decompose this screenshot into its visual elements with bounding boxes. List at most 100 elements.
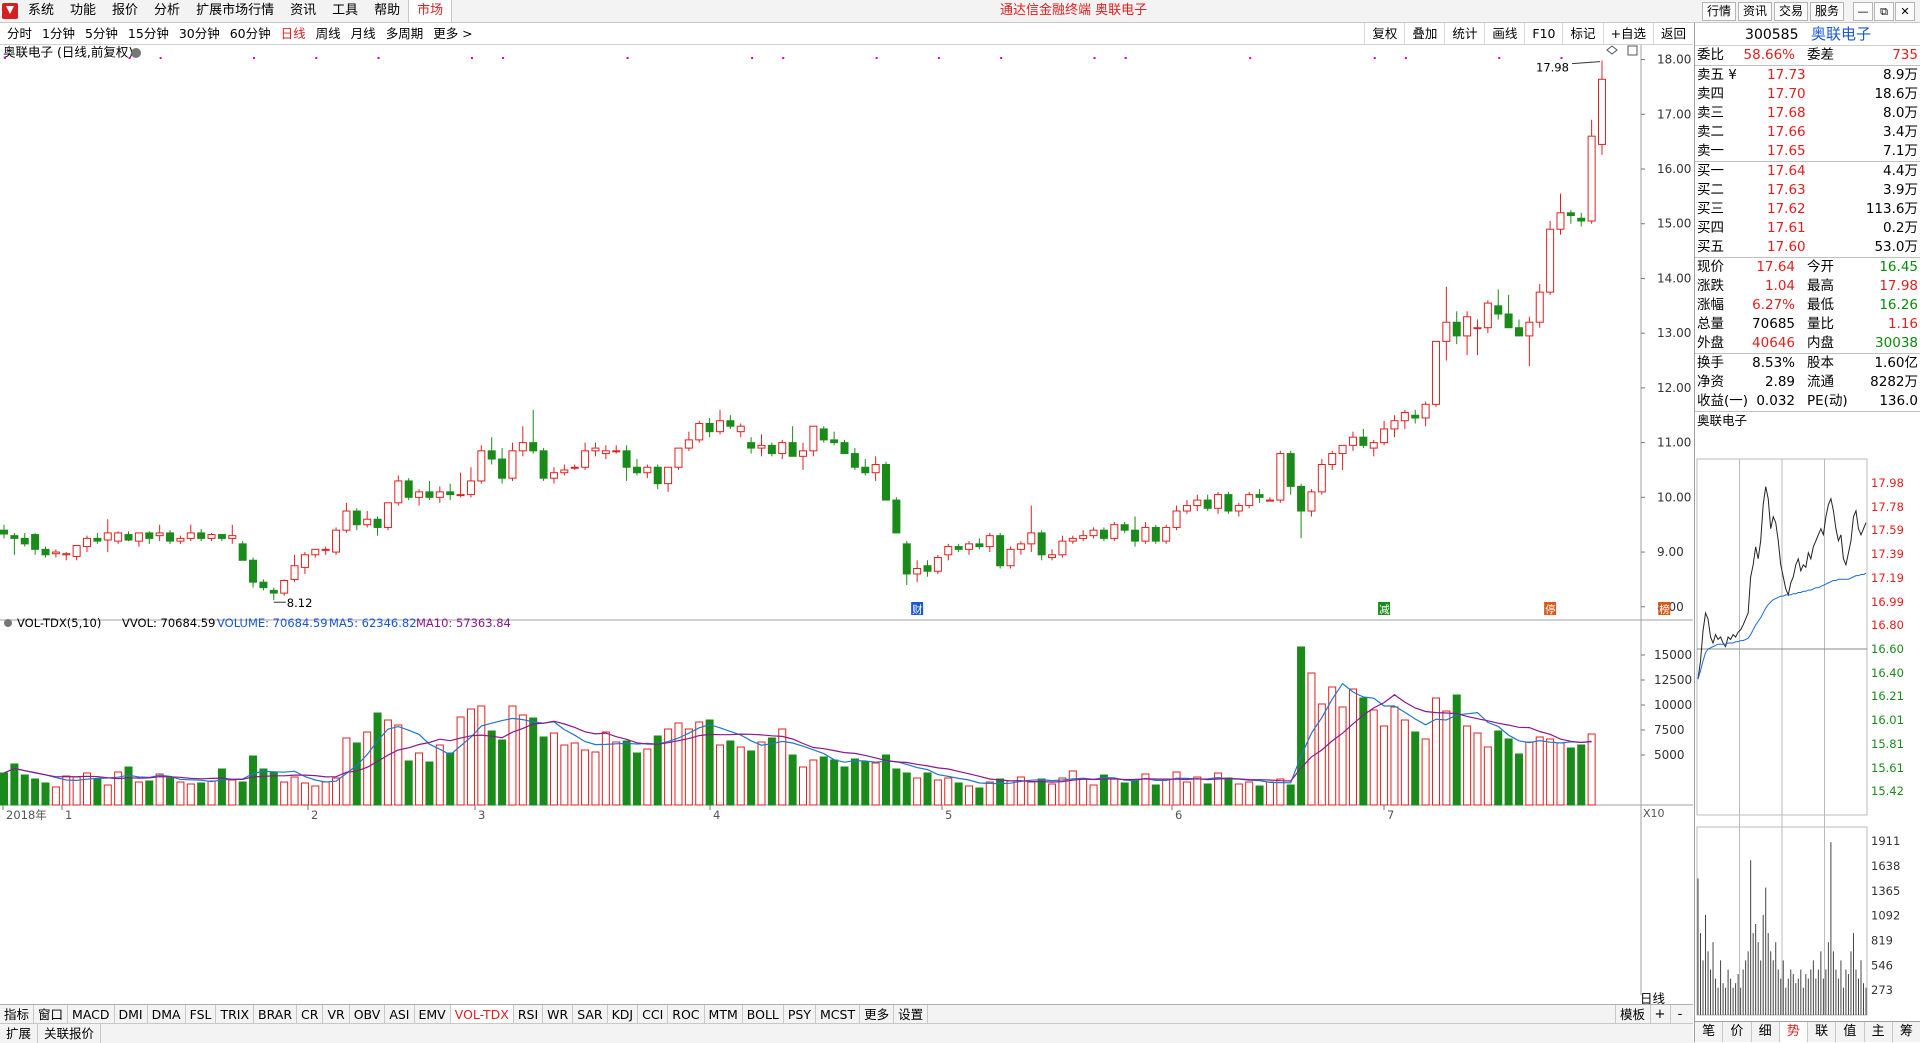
- chart-tool-2[interactable]: 统计: [1444, 23, 1484, 44]
- indicator-tab-9[interactable]: VR: [323, 1005, 350, 1024]
- indicator-tab-10[interactable]: OBV: [350, 1005, 386, 1024]
- period-tab-3[interactable]: 15分钟: [123, 23, 174, 44]
- indicator-tab-8[interactable]: CR: [297, 1005, 324, 1024]
- menu-item-7[interactable]: 帮助: [366, 0, 408, 22]
- panel-tab-2[interactable]: 细: [1752, 1022, 1780, 1042]
- ask-row[interactable]: 卖四 17.70 18.6万: [1695, 85, 1920, 104]
- indicator-tab-20[interactable]: MTM: [705, 1005, 743, 1024]
- period-tab-6[interactable]: 日线: [276, 23, 311, 44]
- indicator-tab-5[interactable]: FSL: [186, 1005, 217, 1024]
- indicator-tab-7[interactable]: BRAR: [254, 1005, 298, 1024]
- indicator-tab-13[interactable]: VOL-TDX: [450, 1005, 514, 1024]
- panel-tab-3[interactable]: 势: [1779, 1022, 1808, 1042]
- indicator-tab-24[interactable]: 更多: [860, 1005, 895, 1024]
- candle-body: [93, 537, 102, 542]
- menu-item-6[interactable]: 工具: [324, 0, 366, 22]
- panel-tab-6[interactable]: 主: [1865, 1022, 1893, 1042]
- indicator-tab-19[interactable]: ROC: [668, 1005, 705, 1024]
- panel-tab-5[interactable]: 值: [1836, 1022, 1865, 1042]
- menu-item-3[interactable]: 分析: [146, 0, 188, 22]
- indicator-tab-11[interactable]: ASI: [385, 1005, 415, 1024]
- ask-row[interactable]: 卖一 17.65 7.1万: [1695, 142, 1920, 161]
- market-button[interactable]: 行情: [1702, 2, 1737, 21]
- chart-tool-6[interactable]: +自选: [1602, 23, 1653, 44]
- intraday-mini-chart[interactable]: 17.98 17.78 17.59 17.39 17.19 16.99 16.80 16.60…: [1695, 455, 1920, 1020]
- candle-body: [103, 532, 112, 541]
- indicator-tab-18[interactable]: CCI: [638, 1005, 669, 1024]
- indicator-tab-0[interactable]: 指标: [0, 1005, 35, 1024]
- candle-body: [249, 559, 258, 583]
- period-tab-1[interactable]: 1分钟: [37, 23, 80, 44]
- indicator-tab-15[interactable]: WR: [543, 1005, 574, 1024]
- ask-row[interactable]: 卖五 ¥ 17.73 8.9万: [1695, 66, 1920, 85]
- period-tab-5[interactable]: 60分钟: [225, 23, 276, 44]
- indicator-tab-21[interactable]: BOLL: [743, 1005, 784, 1024]
- period-tab-10[interactable]: 更多 >: [428, 23, 477, 44]
- panel-tab-1[interactable]: 价: [1723, 1022, 1752, 1042]
- indicator-tab-6[interactable]: TRIX: [216, 1005, 255, 1024]
- bid-row[interactable]: 买五 17.60 53.0万: [1695, 238, 1920, 257]
- chart-tool-5[interactable]: 标记: [1562, 23, 1602, 44]
- chart-tool-4[interactable]: F10: [1524, 23, 1562, 44]
- indicator-tab-2[interactable]: MACD: [68, 1005, 115, 1024]
- period-tab-9[interactable]: 多周期: [381, 23, 429, 44]
- panel-tab-7[interactable]: 筹: [1893, 1022, 1920, 1042]
- ask-row[interactable]: 卖三 17.68 8.0万: [1695, 104, 1920, 123]
- indicator-tab-16[interactable]: SAR: [573, 1005, 608, 1024]
- restore-icon[interactable]: ⧉: [1874, 2, 1894, 21]
- bid-row[interactable]: 买三 17.62 113.6万: [1695, 200, 1920, 219]
- zoom-out-button[interactable]: -: [1670, 1005, 1689, 1024]
- chart-tool-7[interactable]: 返回: [1652, 23, 1693, 44]
- close-icon[interactable]: ✕: [1895, 2, 1915, 21]
- indicator-tab-12[interactable]: EMV: [415, 1005, 451, 1024]
- ask-volume: 3.4万: [1883, 124, 1918, 140]
- indicator-tab-23[interactable]: MCST: [816, 1005, 861, 1024]
- trade-button[interactable]: 交易: [1774, 2, 1809, 21]
- status-item-0[interactable]: 扩展: [0, 1024, 39, 1043]
- period-tab-7[interactable]: 周线: [311, 23, 346, 44]
- volume-bar: [508, 705, 517, 806]
- app-logo-icon[interactable]: [2, 3, 18, 19]
- period-tab-4[interactable]: 30分钟: [174, 23, 225, 44]
- bid-row[interactable]: 买二 17.63 3.9万: [1695, 181, 1920, 200]
- indicator-tab-17[interactable]: KDJ: [608, 1005, 639, 1024]
- menu-item-4[interactable]: 扩展市场行情: [188, 0, 282, 22]
- chart-tool-0[interactable]: 复权: [1364, 23, 1404, 44]
- signal-dot: [875, 57, 878, 59]
- panel-tab-4[interactable]: 联: [1808, 1022, 1837, 1042]
- minimize-icon[interactable]: —: [1853, 2, 1873, 21]
- indicator-tab-14[interactable]: RSI: [514, 1005, 544, 1024]
- ask-row[interactable]: 卖二 17.66 3.4万: [1695, 123, 1920, 142]
- chart-svg[interactable]: 奥联电子 (日线,前复权)18.0017.0016.0015.0014.0013…: [0, 45, 1693, 995]
- stock-name[interactable]: 奥联电子: [1811, 25, 1871, 43]
- panel-tab-0[interactable]: 笔: [1695, 1022, 1724, 1042]
- menu-item-8[interactable]: 市场: [408, 0, 453, 22]
- candle-body: [1348, 436, 1357, 446]
- zoom-in-button[interactable]: +: [1650, 1005, 1669, 1024]
- volume-bar: [1463, 725, 1472, 806]
- kline-chart-area[interactable]: 奥联电子 (日线,前复权) 18.00 17.00 16.00 15.00 14.00 13…: [0, 45, 1693, 995]
- candle-body: [72, 545, 81, 557]
- indicator-tab-3[interactable]: DMI: [115, 1005, 148, 1024]
- bid-row[interactable]: 买一 17.64 4.4万: [1695, 162, 1920, 181]
- service-button[interactable]: 服务: [1810, 2, 1845, 21]
- menu-item-5[interactable]: 资讯: [282, 0, 324, 22]
- menu-item-2[interactable]: 报价: [104, 0, 146, 22]
- chart-tool-1[interactable]: 叠加: [1404, 23, 1444, 44]
- news-button[interactable]: 资讯: [1738, 2, 1773, 21]
- bid-row[interactable]: 买四 17.61 0.2万: [1695, 219, 1920, 238]
- template-button[interactable]: 模板: [1614, 1005, 1649, 1024]
- period-tab-2[interactable]: 5分钟: [80, 23, 123, 44]
- status-item-1[interactable]: 关联报价: [38, 1024, 102, 1043]
- period-tab-0[interactable]: 分时: [2, 23, 37, 44]
- volume-bar: [435, 744, 444, 806]
- menu-item-1[interactable]: 功能: [62, 0, 104, 22]
- indicator-tab-4[interactable]: DMA: [148, 1005, 186, 1024]
- indicator-tab-22[interactable]: PSY: [784, 1005, 816, 1024]
- candle-body: [1587, 135, 1596, 222]
- period-tab-8[interactable]: 月线: [346, 23, 381, 44]
- menu-item-0[interactable]: 系统: [20, 0, 62, 22]
- indicator-tab-1[interactable]: 窗口: [34, 1005, 69, 1024]
- chart-tool-3[interactable]: 画线: [1484, 23, 1524, 44]
- indicator-tab-25[interactable]: 设置: [894, 1005, 929, 1024]
